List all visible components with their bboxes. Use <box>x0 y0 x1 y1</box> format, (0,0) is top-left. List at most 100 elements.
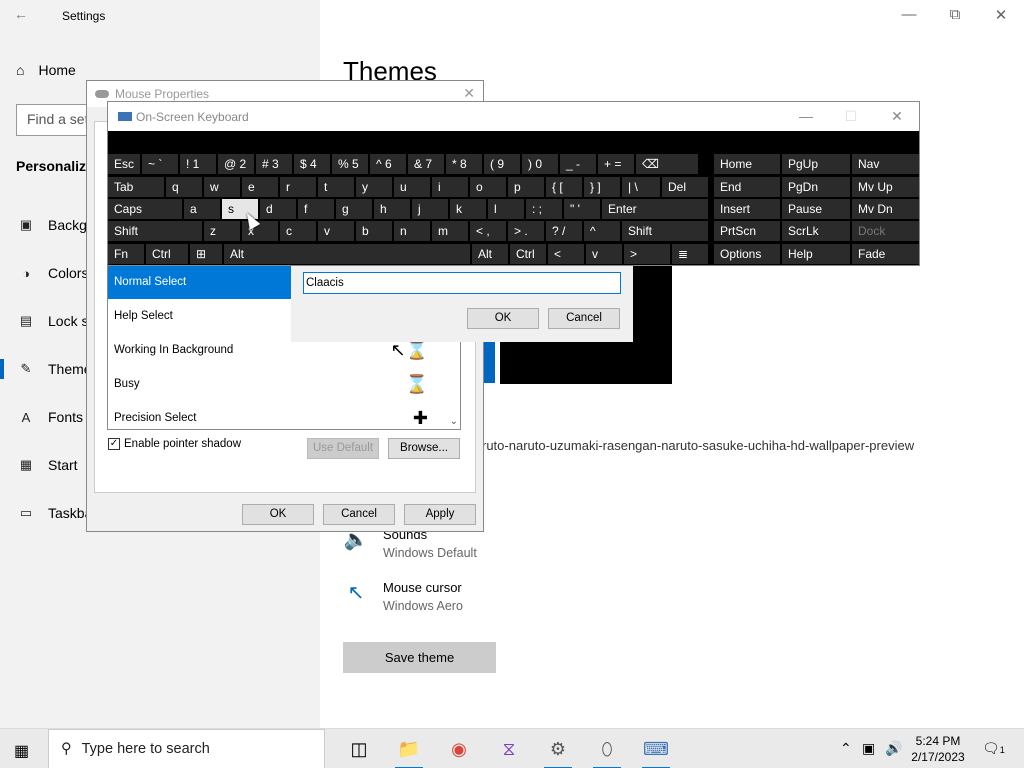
key[interactable]: Caps <box>108 199 182 219</box>
key[interactable]: End <box>714 177 780 197</box>
key[interactable]: Ctrl <box>146 244 188 264</box>
apply-button[interactable]: Apply <box>404 504 476 525</box>
key[interactable]: z <box>204 221 240 241</box>
key[interactable]: } ] <box>584 177 620 197</box>
mouse-cursor-setting[interactable]: ↖ Mouse cursor Windows Aero <box>343 580 463 613</box>
key[interactable]: ~ ` <box>142 154 178 174</box>
key[interactable]: Del <box>662 177 708 197</box>
key[interactable]: + = <box>598 154 634 174</box>
key[interactable]: Tab <box>108 177 164 197</box>
key[interactable]: m <box>432 221 468 241</box>
key[interactable]: Home <box>714 154 780 174</box>
key[interactable]: | \ <box>622 177 660 197</box>
key[interactable]: j <box>412 199 448 219</box>
key[interactable]: Insert <box>714 199 780 219</box>
back-arrow-icon[interactable]: ← <box>14 6 28 22</box>
list-item[interactable]: Normal Select <box>108 265 292 299</box>
key[interactable]: f <box>298 199 334 219</box>
key[interactable]: h <box>374 199 410 219</box>
key[interactable]: : ; <box>526 199 562 219</box>
key[interactable]: Alt <box>224 244 470 264</box>
close-icon[interactable]: ✕ <box>986 6 1016 24</box>
key[interactable]: p <box>508 177 544 197</box>
sidebar-item-start[interactable]: ▦ Start <box>18 457 78 473</box>
key[interactable]: ) 0 <box>522 154 558 174</box>
key[interactable]: e <box>242 177 278 197</box>
settings-gear-icon[interactable]: ⚙ <box>542 735 574 768</box>
minimize-icon[interactable]: — <box>894 6 924 23</box>
key[interactable]: Dock <box>852 221 919 241</box>
key[interactable]: Ctrl <box>510 244 546 264</box>
osk-app-icon[interactable]: ⌨ <box>640 735 672 768</box>
windows-start-icon[interactable]: ▦ <box>14 741 29 761</box>
key[interactable]: ? / <box>546 221 582 241</box>
key[interactable]: _ - <box>560 154 596 174</box>
chevron-up-icon[interactable]: ⌃ <box>840 740 852 757</box>
key[interactable]: c <box>280 221 316 241</box>
key[interactable]: $ 4 <box>294 154 330 174</box>
clock[interactable]: 5:24 PM 2/17/2023 <box>908 733 968 765</box>
key[interactable]: v <box>318 221 354 241</box>
task-view-icon[interactable]: ◫ <box>343 735 375 763</box>
key[interactable]: r <box>280 177 316 197</box>
key[interactable]: i <box>432 177 468 197</box>
sidebar-item-taskbar[interactable]: ▭ Taskba <box>18 505 93 521</box>
key[interactable]: Mv Up <box>852 177 919 197</box>
sidebar-item-lock-screen[interactable]: ▤ Lock s <box>18 313 89 329</box>
key[interactable]: ⊞ <box>190 244 222 264</box>
notification-icon[interactable]: 🗨1 <box>982 740 1005 757</box>
list-item[interactable]: Precision Select ✚ <box>108 401 460 429</box>
key[interactable]: t <box>318 177 354 197</box>
key[interactable]: u <box>394 177 430 197</box>
sidebar-item-fonts[interactable]: A Fonts <box>18 409 83 425</box>
key[interactable]: w <box>204 177 240 197</box>
key[interactable]: ^ <box>584 221 620 241</box>
chrome-icon[interactable]: ◉ <box>443 735 475 763</box>
file-explorer-icon[interactable]: 📁 <box>393 735 425 768</box>
ok-button[interactable]: OK <box>242 504 314 525</box>
key[interactable]: Fn <box>108 244 144 264</box>
key[interactable]: v <box>586 244 622 264</box>
key[interactable]: PgDn <box>782 177 850 197</box>
visual-studio-icon[interactable]: ⧖ <box>493 735 525 763</box>
key[interactable]: PgUp <box>782 154 850 174</box>
key[interactable]: % 5 <box>332 154 368 174</box>
key[interactable]: Pause <box>782 199 850 219</box>
minimize-icon[interactable]: — <box>793 108 819 124</box>
key[interactable]: Shift <box>108 221 202 241</box>
chevron-down-icon[interactable]: ⌄ <box>450 416 458 427</box>
list-item[interactable]: Busy ⌛ <box>108 367 460 401</box>
key[interactable]: & 7 <box>408 154 444 174</box>
key[interactable]: Help <box>782 244 850 264</box>
restore-icon[interactable]: ⧉ <box>940 6 970 23</box>
sidebar-item-background[interactable]: ▣ Backgr <box>18 217 92 233</box>
key[interactable]: Shift <box>622 221 708 241</box>
key[interactable]: Options <box>714 244 780 264</box>
sidebar-home[interactable]: ⌂ Home <box>16 62 76 78</box>
key[interactable]: < , <box>470 221 506 241</box>
close-icon[interactable]: ✕ <box>884 108 910 125</box>
key[interactable]: o <box>470 177 506 197</box>
key[interactable]: l <box>488 199 524 219</box>
key[interactable]: q <box>166 177 202 197</box>
ok-button[interactable]: OK <box>467 308 539 329</box>
key[interactable]: > <box>624 244 670 264</box>
key[interactable]: ⌫ <box>636 154 698 174</box>
enable-pointer-shadow-checkbox[interactable]: ✓ Enable pointer shadow <box>108 438 241 450</box>
key[interactable]: ≣ <box>672 244 708 264</box>
network-icon[interactable]: ▣ <box>862 740 875 757</box>
key[interactable]: d <box>260 199 296 219</box>
scheme-name-input[interactable] <box>303 272 621 294</box>
taskbar-search-input[interactable]: ⚲ Type here to search <box>48 729 325 768</box>
key[interactable]: n <box>394 221 430 241</box>
key[interactable]: ! 1 <box>180 154 216 174</box>
sidebar-item-colors[interactable]: ◑ Colors <box>18 265 88 281</box>
key[interactable]: b <box>356 221 392 241</box>
key[interactable]: g <box>336 199 372 219</box>
mouse-app-icon[interactable]: ⬯ <box>591 735 623 768</box>
volume-icon[interactable]: 🔊 <box>885 740 902 757</box>
key[interactable]: { [ <box>546 177 582 197</box>
key[interactable]: y <box>356 177 392 197</box>
cancel-button[interactable]: Cancel <box>323 504 395 525</box>
key[interactable]: Nav <box>852 154 919 174</box>
